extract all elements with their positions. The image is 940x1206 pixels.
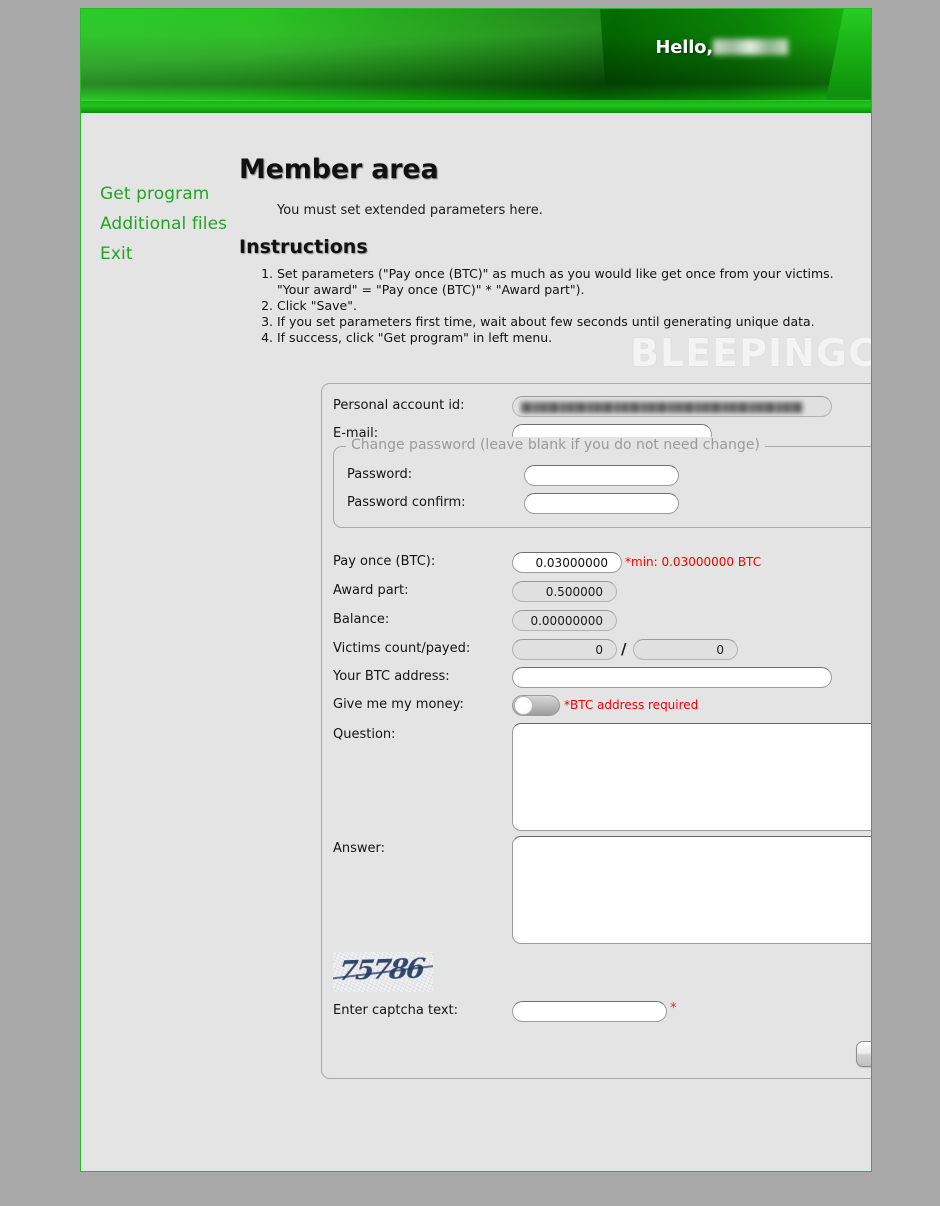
instruction-item: Click "Save". <box>277 298 859 314</box>
give-money-toggle[interactable] <box>512 695 560 716</box>
captcha-image[interactable]: 75786 <box>333 952 433 992</box>
row-account-id: Personal account id: <box>322 396 871 422</box>
victims-separator: / <box>621 640 627 658</box>
award-part-field <box>512 581 617 602</box>
captcha-text: 75786 <box>336 953 426 988</box>
balance-label: Balance: <box>333 612 390 627</box>
captcha-label: Enter captcha text: <box>333 1003 459 1018</box>
give-money-hint: *BTC address required <box>564 698 699 712</box>
row-password-confirm: Password confirm: <box>334 493 871 519</box>
question-label: Question: <box>333 727 396 742</box>
row-pay-once: Pay once (BTC): *min: 0.03000000 BTC <box>322 552 871 578</box>
instruction-item: If success, click "Get program" in left … <box>277 330 859 346</box>
site-header: Hello, <box>81 9 871 113</box>
give-money-label: Give me my money: <box>333 697 464 712</box>
password-input[interactable] <box>524 465 679 486</box>
row-victims: Victims count/payed: / <box>322 639 871 665</box>
captcha-required-mark: * <box>670 1001 677 1016</box>
account-id-field <box>512 396 832 417</box>
username-redacted <box>713 39 788 55</box>
pay-once-hint: *min: 0.03000000 BTC <box>625 555 762 569</box>
greeting: Hello, <box>655 37 788 58</box>
row-password: Password: <box>334 465 871 491</box>
change-password-legend: Change password (leave blank if you do n… <box>346 437 765 453</box>
row-balance: Balance: <box>322 610 871 636</box>
answer-textarea-wrap: ⌃ ⌄ <box>512 836 871 944</box>
answer-textarea[interactable] <box>513 837 871 943</box>
header-bottom-band <box>81 101 871 113</box>
btc-address-input[interactable] <box>512 667 832 688</box>
password-label: Password: <box>347 467 413 482</box>
row-give-money: Give me my money: *BTC address required <box>322 695 871 721</box>
answer-label: Answer: <box>333 841 386 856</box>
password-confirm-input[interactable] <box>524 493 679 514</box>
main-content: Member area You must set extended parame… <box>239 154 859 346</box>
instruction-item: Set parameters ("Pay once (BTC)" as much… <box>277 266 859 298</box>
pay-once-label: Pay once (BTC): <box>333 554 436 569</box>
greeting-text: Hello, <box>655 37 713 58</box>
account-id-label: Personal account id: <box>333 398 465 413</box>
question-textarea[interactable] <box>513 724 871 830</box>
change-password-group: Change password (leave blank if you do n… <box>333 437 871 528</box>
victims-label: Victims count/payed: <box>333 641 471 656</box>
page-subtitle: You must set extended parameters here. <box>277 203 543 218</box>
row-captcha: Enter captcha text: * <box>322 1001 871 1027</box>
award-part-label: Award part: <box>333 583 409 598</box>
toggle-knob-icon <box>514 696 533 715</box>
page-container: Hello, BLEEPINGCOMPUTER Get program Addi… <box>80 8 872 1172</box>
instructions-list: Set parameters ("Pay once (BTC)" as much… <box>239 266 859 346</box>
password-confirm-label: Password confirm: <box>347 495 466 510</box>
btc-address-label: Your BTC address: <box>333 669 450 684</box>
balance-field <box>512 610 617 631</box>
instruction-item: If you set parameters first time, wait a… <box>277 314 859 330</box>
save-button[interactable]: Save <box>856 1041 871 1067</box>
question-textarea-wrap: ⌃ ⌄ <box>512 723 871 831</box>
pay-once-input[interactable] <box>512 552 622 573</box>
row-btc-address: Your BTC address: <box>322 667 871 693</box>
instructions-heading: Instructions <box>239 236 368 258</box>
captcha-input[interactable] <box>512 1001 667 1022</box>
page-title: Member area <box>239 154 439 185</box>
settings-form-panel: Personal account id: E-mail: Change pass… <box>321 383 871 1079</box>
victims-count-field <box>512 639 617 660</box>
account-id-redacted-value <box>521 402 803 413</box>
row-award-part: Award part: <box>322 581 871 607</box>
victims-payed-field <box>633 639 738 660</box>
